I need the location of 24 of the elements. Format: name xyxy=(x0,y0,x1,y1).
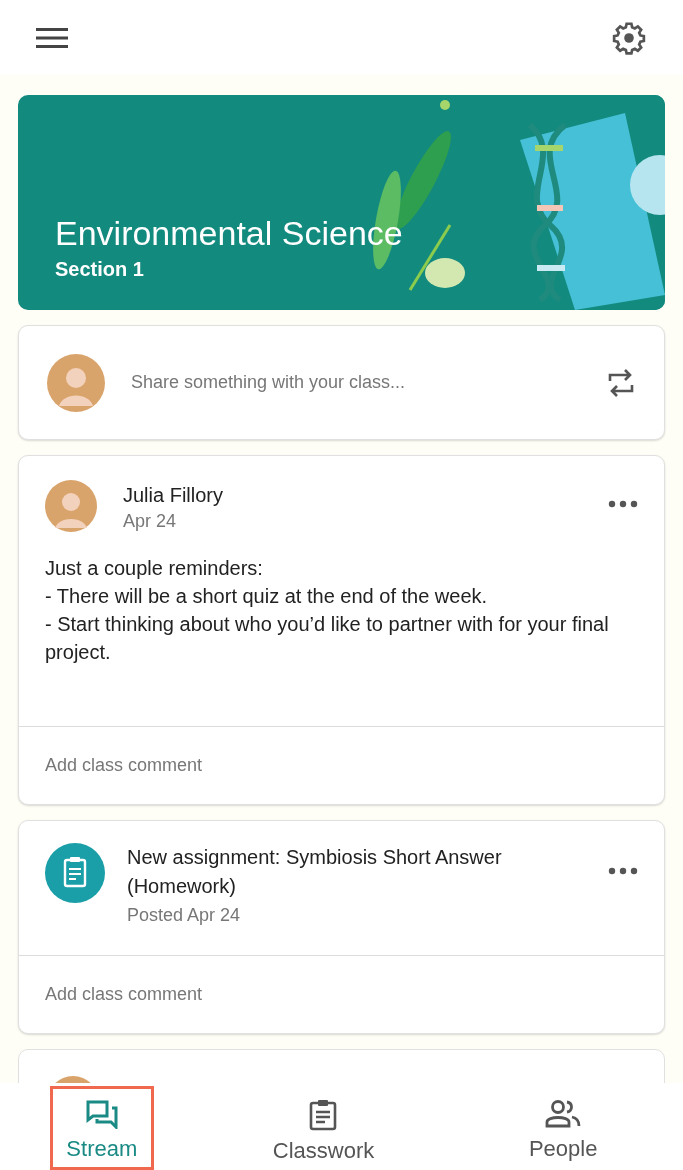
repost-icon[interactable] xyxy=(606,366,636,399)
avatar xyxy=(47,353,105,412)
nav-tab[interactable]: Classwork xyxy=(253,1086,394,1170)
assignment-title[interactable]: New assignment: Symbiosis Short Answer (Homework) xyxy=(127,843,586,901)
chat-icon xyxy=(84,1099,119,1129)
assignment-icon xyxy=(45,843,105,903)
settings-icon[interactable] xyxy=(611,19,647,56)
more-icon[interactable] xyxy=(608,867,638,875)
post-date: Posted Apr 24 xyxy=(127,904,241,927)
nav-tab[interactable]: Stream xyxy=(49,1086,154,1170)
section-label: Section 1 xyxy=(55,257,145,282)
clipboard-icon xyxy=(308,1099,339,1131)
post-text: Just a couple reminders: - There will be a short quiz at the end of the week. - Start thinking about who you’d like to partner with for your final project. xyxy=(45,556,610,665)
people-icon xyxy=(545,1099,582,1129)
author-name: Julia Fillory xyxy=(123,483,224,508)
comment-field[interactable]: Add class comment xyxy=(45,981,638,1008)
class-title: Environmental Science xyxy=(55,213,403,254)
comment-field[interactable]: Add class comment xyxy=(45,752,638,779)
avatar xyxy=(45,480,97,532)
post-date: Apr 24 xyxy=(123,510,177,533)
menu-icon[interactable] xyxy=(36,26,68,49)
share-field[interactable]: Share something with your class... xyxy=(131,369,580,396)
nav-tab[interactable]: People xyxy=(493,1086,634,1170)
more-icon[interactable] xyxy=(608,500,638,508)
